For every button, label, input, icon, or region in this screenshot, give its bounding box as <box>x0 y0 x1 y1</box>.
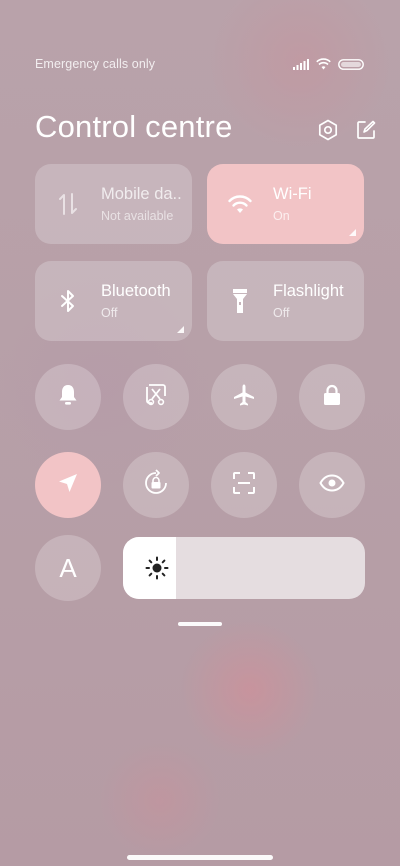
rotation-lock-icon <box>142 468 170 502</box>
toggle-reading-mode[interactable] <box>299 452 365 518</box>
wifi-status-icon <box>316 58 331 70</box>
toggle-location[interactable] <box>35 452 101 518</box>
signal-icon <box>293 58 309 70</box>
airplane-icon <box>232 383 256 412</box>
tile-status: Not available <box>101 209 174 223</box>
tile-status: On <box>273 209 290 223</box>
settings-button[interactable] <box>316 119 340 146</box>
toggle-airplane[interactable] <box>211 364 277 430</box>
sun-icon <box>145 556 169 585</box>
tile-mobile-data[interactable]: Mobile da.. Not available <box>35 164 192 244</box>
tile-status: Off <box>273 306 290 320</box>
tile-label: Flashlight <box>273 282 344 300</box>
tile-bluetooth[interactable]: Bluetooth Off <box>35 261 192 341</box>
location-icon <box>57 472 79 499</box>
eye-icon <box>319 473 345 497</box>
bell-icon <box>58 384 78 411</box>
toggle-row-2 <box>35 452 365 518</box>
edit-button[interactable] <box>354 120 378 144</box>
page-title: Control centre <box>35 109 233 144</box>
toggle-scanner[interactable] <box>211 452 277 518</box>
gear-icon <box>317 119 339 146</box>
carrier-text: Emergency calls only <box>35 57 156 71</box>
expand-corner-icon[interactable] <box>177 326 184 333</box>
brightness-slider[interactable] <box>123 537 365 599</box>
edit-icon <box>356 120 376 145</box>
header: Control centre <box>35 105 378 149</box>
scan-icon <box>232 471 256 500</box>
toggle-silent[interactable] <box>35 364 101 430</box>
expand-corner-icon[interactable] <box>349 229 356 236</box>
tile-status: Off <box>101 306 118 320</box>
status-bar: Emergency calls only <box>35 56 364 72</box>
auto-brightness-button[interactable]: A <box>35 535 101 601</box>
flashlight-icon <box>207 288 273 314</box>
tile-label: Wi-Fi <box>273 185 312 203</box>
home-indicator[interactable] <box>127 855 273 860</box>
toggle-rotation-lock[interactable] <box>123 452 189 518</box>
toggle-lock-screen[interactable] <box>299 364 365 430</box>
quick-tiles: Mobile da.. Not available Wi-Fi On Bluet… <box>35 164 365 341</box>
toggle-screenshot[interactable] <box>123 364 189 430</box>
wifi-icon <box>207 194 273 214</box>
mobile-data-icon <box>35 192 101 216</box>
header-actions <box>316 110 378 144</box>
screenshot-icon <box>144 383 168 412</box>
toggle-row-1 <box>35 364 365 430</box>
tile-label: Bluetooth <box>101 282 171 300</box>
tile-label: Mobile da.. <box>101 185 182 203</box>
status-icons <box>293 58 364 70</box>
brightness-row: A <box>35 535 365 601</box>
tile-flashlight[interactable]: Flashlight Off <box>207 261 364 341</box>
lock-icon <box>322 384 342 411</box>
tile-wifi[interactable]: Wi-Fi On <box>207 164 364 244</box>
bluetooth-icon <box>35 289 101 313</box>
battery-icon <box>338 58 364 70</box>
drag-handle[interactable] <box>178 622 222 626</box>
